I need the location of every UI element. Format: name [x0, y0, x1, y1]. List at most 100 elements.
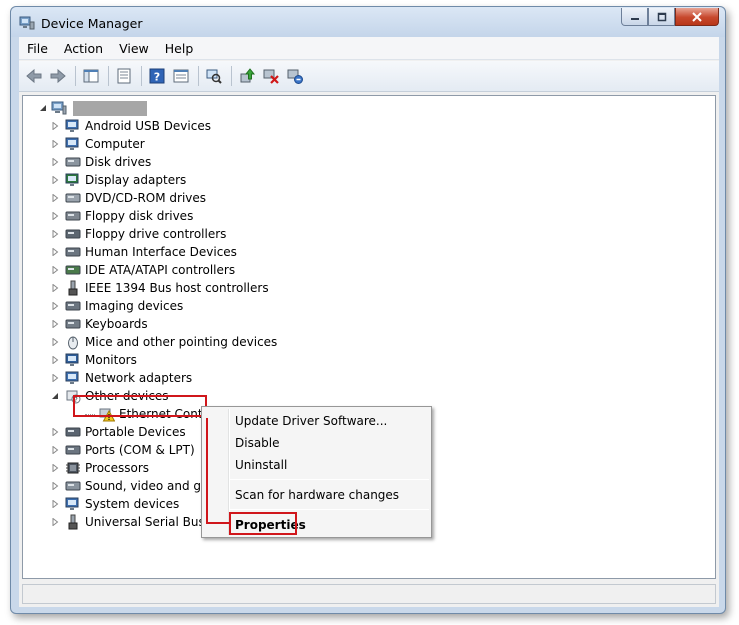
tree-item[interactable]: Processors [51, 459, 149, 477]
menu-file[interactable]: File [19, 37, 56, 60]
tree-item[interactable]: Sound, video and gam [51, 477, 220, 495]
expand-arrow-icon[interactable] [51, 284, 59, 292]
tree-item[interactable]: Human Interface Devices [51, 243, 237, 261]
expand-arrow-icon[interactable] [51, 248, 59, 256]
expand-arrow-icon[interactable] [51, 230, 59, 238]
scan-hardware-button[interactable] [203, 65, 225, 87]
menu-action[interactable]: Action [56, 37, 111, 60]
expand-arrow-icon[interactable] [51, 482, 59, 490]
show-hide-console-tree-button[interactable] [80, 65, 102, 87]
dvd-drive-icon [65, 193, 81, 203]
menu-view[interactable]: View [111, 37, 157, 60]
keyboard-icon [65, 319, 81, 329]
tree-item-label: Monitors [85, 353, 137, 367]
properties-icon [117, 68, 131, 84]
tree-item-label: Disk drives [85, 155, 152, 169]
expand-arrow-icon[interactable] [51, 302, 59, 310]
menu-item-update-driver[interactable]: Update Driver Software... [235, 411, 387, 431]
tree-item[interactable]: System devices [51, 495, 179, 513]
toolbar-separator [231, 66, 232, 86]
collapse-arrow-icon[interactable] [51, 392, 59, 400]
scan-hardware-icon [206, 69, 222, 84]
port-icon [65, 445, 81, 455]
expand-arrow-icon[interactable] [51, 266, 59, 274]
device-manager-app-icon [19, 16, 35, 30]
close-button[interactable] [675, 8, 719, 26]
expand-arrow-icon[interactable] [51, 338, 59, 346]
tree-item[interactable]: Keyboards [51, 315, 148, 333]
floppy-controller-icon [65, 229, 81, 239]
properties-button[interactable] [113, 65, 135, 87]
tree-item-label: Portable Devices [85, 425, 186, 439]
uninstall-device-button[interactable] [284, 65, 306, 87]
tree-item[interactable]: Imaging devices [51, 297, 183, 315]
disable-device-button[interactable] [260, 65, 282, 87]
update-driver-button[interactable] [236, 65, 258, 87]
network-adapter-icon [65, 371, 79, 384]
tree-item[interactable]: Universal Serial Bus co [51, 513, 223, 531]
usb-controller-icon [68, 514, 78, 530]
imaging-device-icon [65, 301, 81, 311]
tree-item[interactable]: Portable Devices [51, 423, 186, 441]
menu-item-uninstall[interactable]: Uninstall [235, 455, 287, 475]
menu-separator [230, 479, 429, 480]
tree-item[interactable]: Mice and other pointing devices [51, 333, 277, 351]
tree-item-label: Ports (COM & LPT) [85, 443, 195, 457]
tree-item[interactable]: Floppy disk drives [51, 207, 193, 225]
collapse-arrow-icon[interactable] [39, 104, 47, 112]
tree-item[interactable]: Disk drives [51, 153, 151, 171]
details-view-button[interactable] [170, 65, 192, 87]
menu-item-disable[interactable]: Disable [235, 433, 280, 453]
portable-device-icon [65, 427, 81, 437]
help-icon: ? [149, 68, 165, 84]
toolbar-separator [141, 66, 142, 86]
details-view-icon [173, 69, 189, 83]
back-button[interactable] [23, 65, 45, 87]
minimize-button[interactable] [621, 8, 648, 26]
expand-arrow-icon[interactable] [51, 140, 59, 148]
tree-item-label: Processors [85, 461, 150, 475]
expand-arrow-icon[interactable] [51, 446, 59, 454]
title-bar[interactable]: Device Manager [11, 7, 725, 37]
expand-arrow-icon[interactable] [51, 428, 59, 436]
menu-item-scan-hardware[interactable]: Scan for hardware changes [235, 485, 399, 505]
expand-arrow-icon[interactable] [51, 464, 59, 472]
forward-button[interactable] [47, 65, 69, 87]
expand-arrow-icon[interactable] [51, 320, 59, 328]
tree-item-label: Sound, video and gam [85, 479, 221, 493]
tree-item[interactable]: IDE ATA/ATAPI controllers [51, 261, 235, 279]
tree-item[interactable]: Android USB Devices [51, 117, 211, 135]
expand-arrow-icon[interactable] [51, 122, 59, 130]
expand-arrow-icon[interactable] [51, 194, 59, 202]
tree-item[interactable]: Monitors [51, 351, 137, 369]
menu-help[interactable]: Help [157, 37, 202, 60]
toolbar-separator [75, 66, 76, 86]
expand-arrow-icon[interactable] [51, 356, 59, 364]
tree-item-label: Imaging devices [85, 299, 184, 313]
tree-item[interactable]: Ports (COM & LPT) [51, 441, 195, 459]
usb-device-icon [65, 119, 79, 132]
expand-arrow-icon[interactable] [51, 212, 59, 220]
tree-item-label: Floppy drive controllers [85, 227, 227, 241]
expand-arrow-icon[interactable] [51, 158, 59, 166]
system-device-icon [65, 497, 79, 510]
tree-item[interactable]: IEEE 1394 Bus host controllers [51, 279, 269, 297]
expand-arrow-icon[interactable] [51, 176, 59, 184]
maximize-button[interactable] [648, 8, 675, 26]
expand-arrow-icon[interactable] [51, 518, 59, 526]
processor-icon [66, 462, 80, 474]
tree-item[interactable]: Floppy drive controllers [51, 225, 226, 243]
tree-item[interactable]: Network adapters [51, 369, 192, 387]
show-hide-console-tree-icon [83, 69, 99, 83]
update-driver-icon [240, 68, 255, 83]
expand-arrow-icon[interactable] [51, 500, 59, 508]
disk-drive-icon [65, 157, 81, 167]
tree-root[interactable] [39, 99, 147, 117]
help-button[interactable]: ? [146, 65, 168, 87]
tree-item[interactable]: DVD/CD-ROM drives [51, 189, 206, 207]
expand-arrow-icon[interactable] [51, 374, 59, 382]
menu-separator [230, 509, 429, 510]
tree-item[interactable]: Display adapters [51, 171, 186, 189]
monitor-icon [65, 353, 79, 366]
tree-item[interactable]: Computer [51, 135, 145, 153]
